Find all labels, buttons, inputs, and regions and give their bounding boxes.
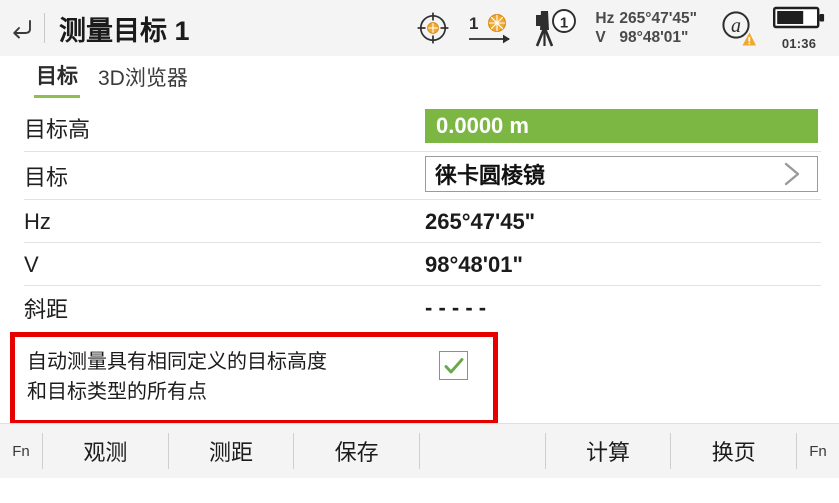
auto-measure-label: 自动测量具有相同定义的目标高度 和目标类型的所有点 — [15, 337, 385, 407]
hz-value: 265°47'45" — [619, 10, 697, 27]
target-crosshair-icon[interactable] — [415, 10, 451, 46]
svg-text:1: 1 — [560, 15, 568, 32]
v-value: 98°48'01" — [619, 29, 689, 46]
row-slope-distance: 斜距 - - - - - — [0, 286, 839, 329]
slope-distance-value: - - - - - — [425, 294, 487, 320]
toolbar-button-calculate[interactable]: 计算 — [546, 424, 671, 478]
hz-readout-line: Hz 265°47'45" — [595, 9, 697, 28]
hz-row-value: 265°47'45" — [425, 208, 536, 234]
svg-text:1: 1 — [469, 14, 478, 33]
field-list: 目标高 0.0000 m 目标 徕卡圆棱镜 Hz 265°47'45" V 98… — [0, 104, 839, 329]
toolbar-button-save[interactable]: 保存 — [294, 424, 419, 478]
v-row-label: V — [24, 251, 39, 277]
fn-left-button[interactable]: Fn — [0, 424, 42, 478]
bottom-blank-strip — [0, 478, 839, 503]
target-select-value: 徕卡圆棱镜 — [435, 163, 546, 188]
slope-distance-label: 斜距 — [24, 296, 69, 322]
tab-target[interactable]: 目标 — [34, 60, 80, 98]
target-label: 目标 — [24, 165, 69, 190]
prism-number-icon[interactable]: 1 — [463, 9, 519, 47]
chevron-right-icon — [779, 159, 805, 189]
row-hz: Hz 265°47'45" — [0, 200, 839, 243]
row-v: V 98°48'01" — [0, 243, 839, 286]
angle-readout: Hz 265°47'45" V 98°48'01" — [595, 9, 697, 47]
toolbar-button-page[interactable]: 换页 — [671, 424, 796, 478]
auto-measure-line2: 和目标类型的所有点 — [27, 381, 207, 403]
row-target-height: 目标高 0.0000 m — [0, 104, 839, 152]
top-status-bar: 测量目标 1 1 1 Hz 265°47'45" V 98°48'01" a 0… — [0, 0, 839, 56]
battery-time-label: 01:36 — [781, 36, 817, 51]
back-button[interactable] — [0, 0, 44, 56]
row-target: 目标 徕卡圆棱镜 — [0, 152, 839, 200]
toolbar-button-empty[interactable] — [420, 424, 545, 478]
target-height-input[interactable]: 0.0000 m — [425, 109, 818, 143]
total-station-icon[interactable]: 1 — [531, 8, 581, 48]
battery-icon — [773, 5, 825, 35]
auto-measure-checkbox[interactable] — [439, 351, 468, 380]
toolbar-button-measure[interactable]: 观测 — [43, 424, 168, 478]
tab-3d-viewer[interactable]: 3D浏览器 — [96, 62, 190, 97]
auto-measure-line1: 自动测量具有相同定义的目标高度 — [27, 351, 327, 373]
auto-measure-highlight-box: 自动测量具有相同定义的目标高度 和目标类型的所有点 — [10, 332, 498, 425]
bottom-toolbar: Fn 观测 测距 保存 计算 换页 Fn — [0, 423, 839, 478]
target-height-label: 目标高 — [24, 117, 91, 142]
toolbar-button-distance[interactable]: 测距 — [169, 424, 294, 478]
hz-label: Hz — [595, 10, 615, 27]
hz-row-label: Hz — [24, 208, 51, 234]
tab-bar: 目标 3D浏览器 — [0, 56, 839, 102]
status-indicator-area: 1 1 Hz 265°47'45" V 98°48'01" a 01:36 — [415, 0, 839, 56]
check-icon — [443, 356, 465, 376]
page-title: 测量目标 1 — [59, 15, 190, 46]
v-row-value: 98°48'01" — [425, 251, 523, 277]
device-screen: 测量目标 1 1 1 Hz 265°47'45" V 98°48'01" a 0… — [0, 0, 839, 503]
svg-text:a: a — [731, 15, 741, 37]
v-readout-line: V 98°48'01" — [595, 28, 697, 47]
fn-right-button[interactable]: Fn — [797, 424, 839, 478]
battery-indicator[interactable]: 01:36 — [773, 5, 825, 51]
at-warning-icon[interactable]: a — [719, 9, 757, 47]
back-arrow-icon — [10, 17, 34, 39]
v-label: V — [595, 29, 606, 46]
target-select[interactable]: 徕卡圆棱镜 — [425, 156, 818, 192]
